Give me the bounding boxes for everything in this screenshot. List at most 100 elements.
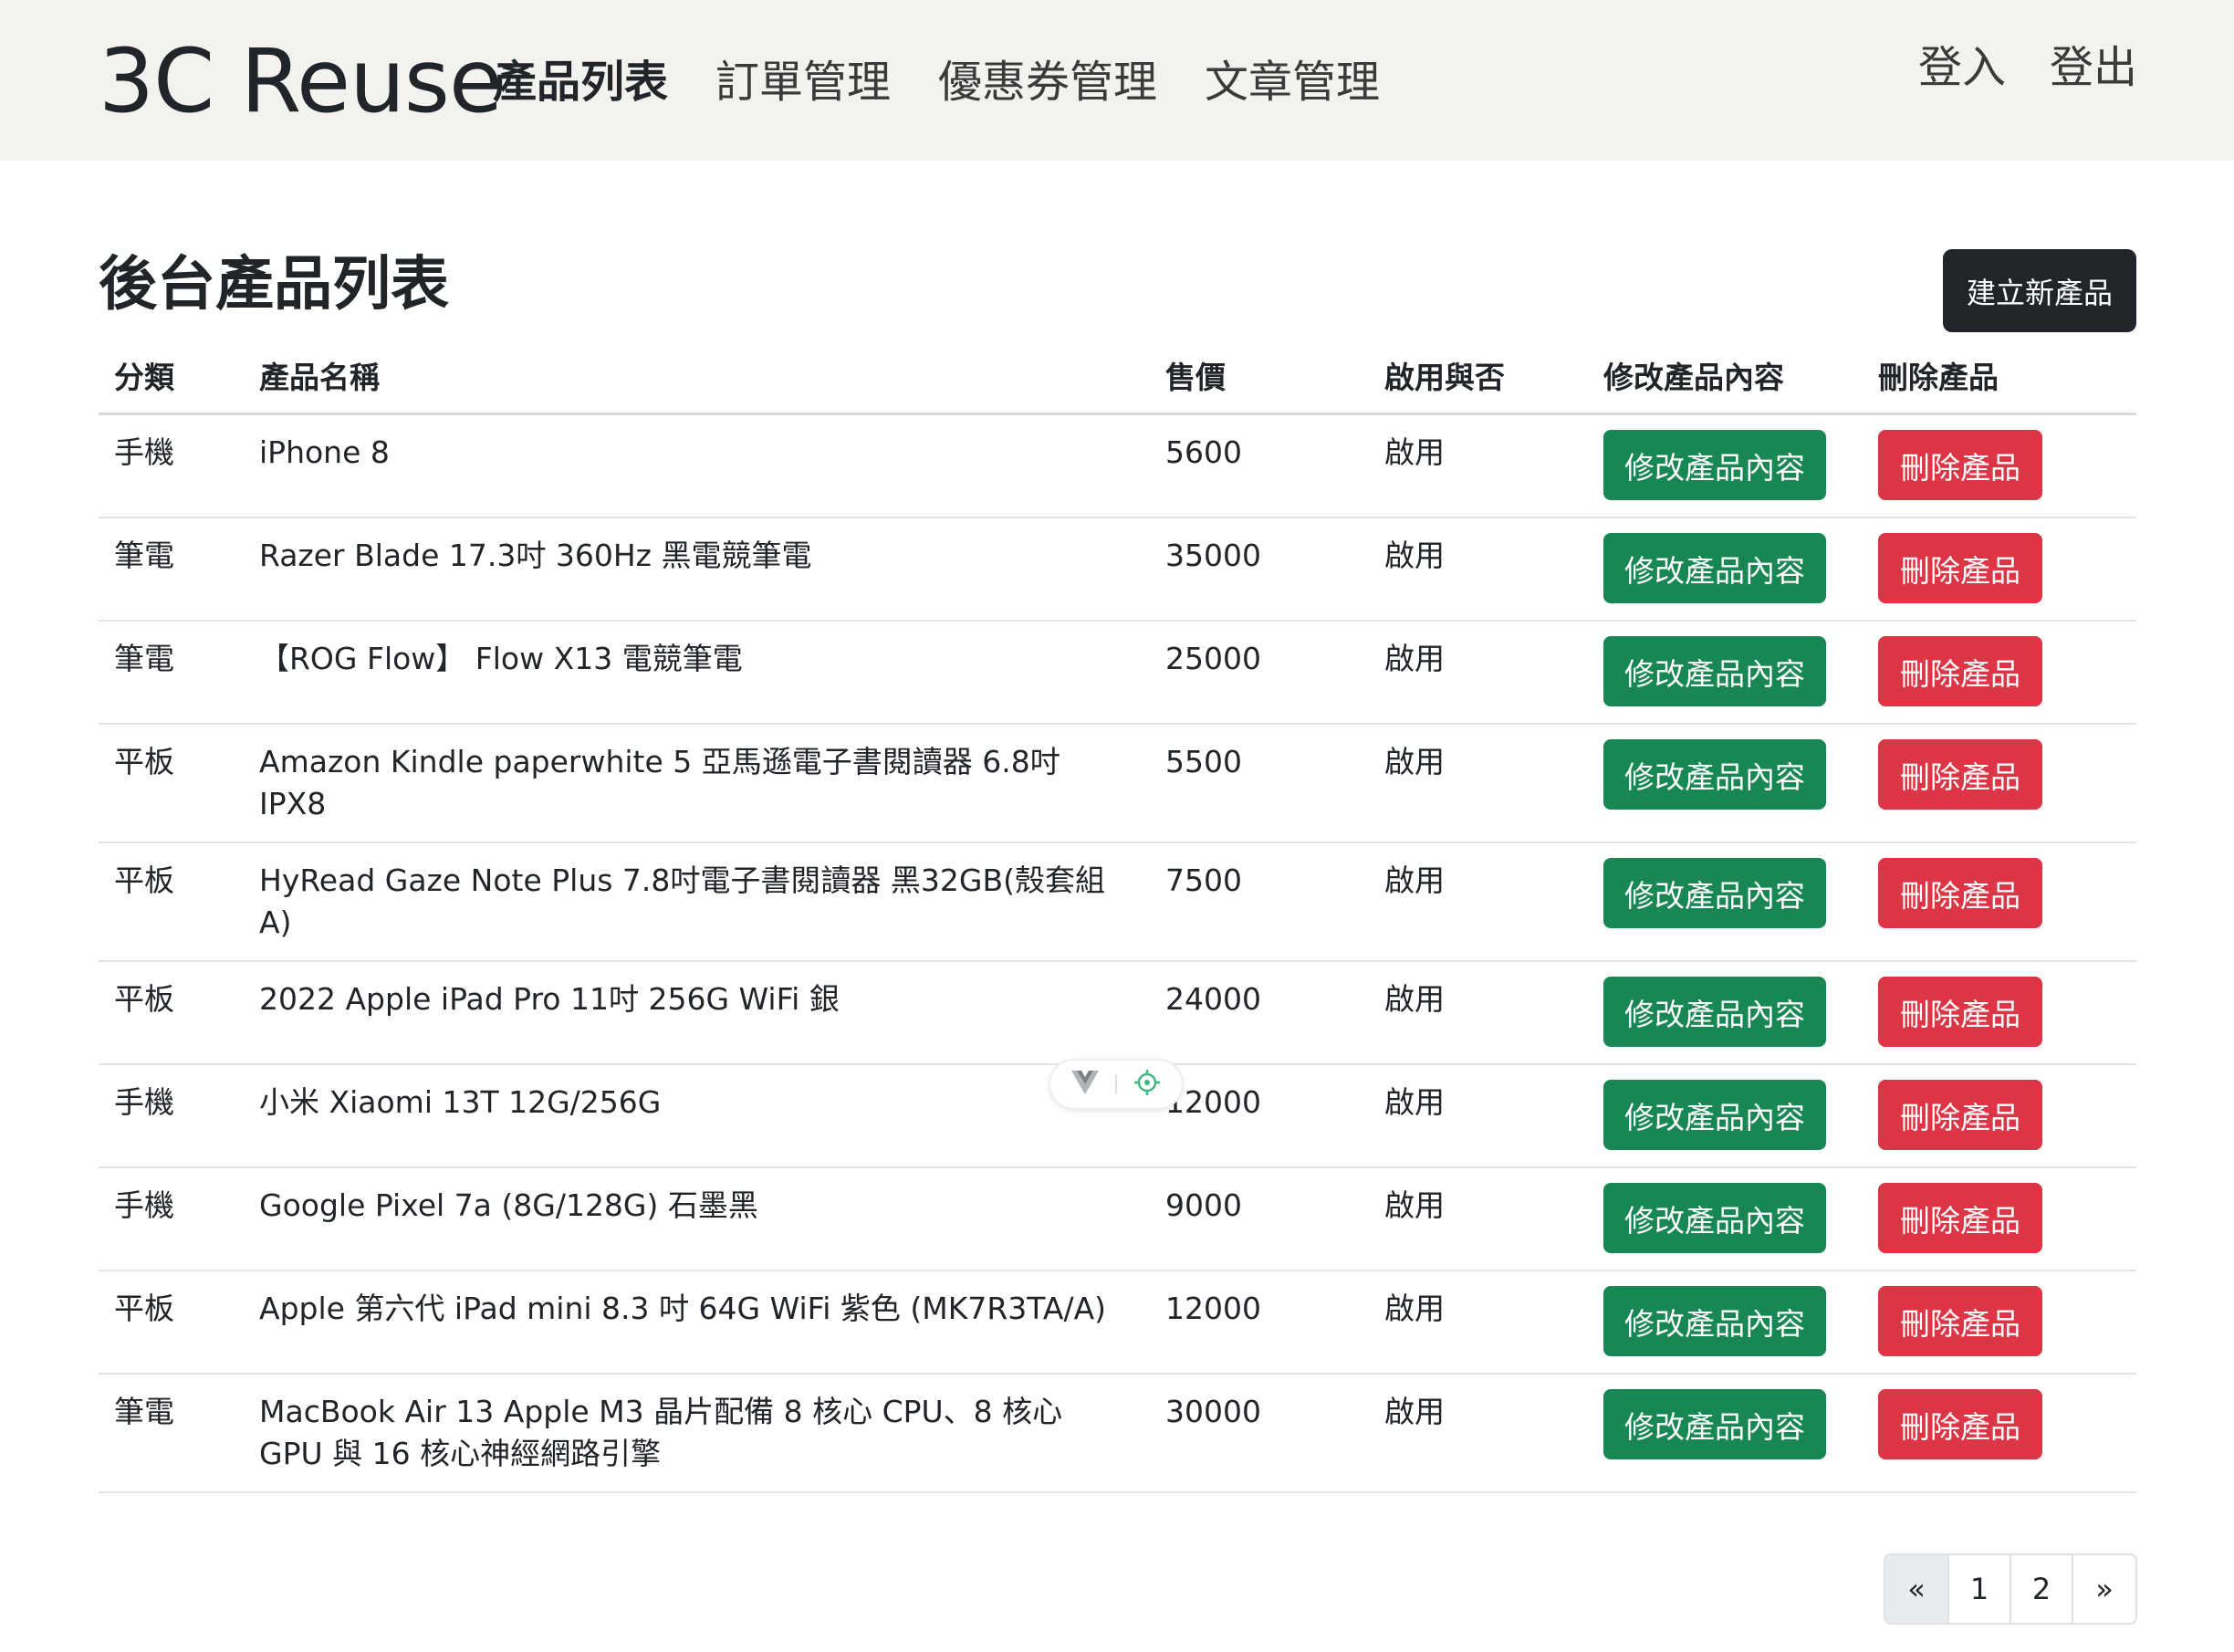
main-nav: 產品列表 訂單管理 優惠券管理 文章管理 bbox=[493, 53, 1380, 111]
delete-product-button[interactable]: 刪除產品 bbox=[1878, 1080, 2042, 1150]
pagination-page-1[interactable]: 1 bbox=[1949, 1555, 2011, 1623]
pagination-next[interactable]: » bbox=[2073, 1555, 2135, 1623]
table-row: 筆電 【ROG Flow】 Flow X13 電競筆電 25000 啟用 修改產品內容刪… bbox=[99, 621, 2136, 725]
cell-category: 手機 bbox=[99, 1064, 244, 1168]
vue-devtools-pill[interactable] bbox=[1049, 1059, 1184, 1110]
table-row: 筆電 Razer Blade 17.3吋 360Hz 黑電競筆電 35000 啟用 修改… bbox=[99, 518, 2136, 622]
edit-product-button[interactable]: 修改產品內容 bbox=[1603, 1080, 1826, 1150]
cell-price: 12000 bbox=[1150, 1270, 1369, 1375]
cell-name: 2022 Apple iPad Pro 11吋 256G WiFi 銀 bbox=[244, 961, 1150, 1065]
table-row: 平板 Apple 第六代 iPad mini 8.3 吋 64G WiFi 紫色 … bbox=[99, 1270, 2136, 1375]
edit-product-button[interactable]: 修改產品內容 bbox=[1603, 533, 1826, 603]
create-product-button[interactable]: 建立新產品 bbox=[1943, 249, 2136, 332]
cell-category: 筆電 bbox=[99, 621, 244, 725]
auth-nav: 登入 登出 bbox=[1918, 38, 2137, 97]
cell-price: 5600 bbox=[1150, 413, 1369, 518]
header-status: 啟用與否 bbox=[1369, 338, 1588, 415]
cell-price: 24000 bbox=[1150, 961, 1369, 1065]
header-edit: 修改產品內容 bbox=[1588, 338, 1863, 415]
delete-product-button[interactable]: 刪除產品 bbox=[1878, 739, 2042, 810]
cell-category: 平板 bbox=[99, 842, 244, 962]
cell-price: 9000 bbox=[1150, 1167, 1369, 1271]
header-name: 產品名稱 bbox=[244, 338, 1150, 415]
cell-category: 手機 bbox=[99, 1167, 244, 1271]
pill-separator bbox=[1115, 1074, 1117, 1094]
table-row: 手機 iPhone 8 5600 啟用 修改產品內容 刪除產品 bbox=[99, 413, 2136, 518]
pagination-page-2[interactable]: 2 bbox=[2011, 1555, 2073, 1623]
cell-edit: 修改產品內容 bbox=[1588, 413, 1863, 518]
nav-link-coupons[interactable]: 優惠券管理 bbox=[938, 53, 1157, 111]
edit-product-button[interactable]: 修改產品內容 bbox=[1603, 430, 1826, 500]
cell-delete: 刪除產品 bbox=[1863, 1167, 2136, 1271]
cell-category: 筆電 bbox=[99, 518, 244, 622]
edit-product-button[interactable]: 修改產品內容 bbox=[1603, 1389, 1826, 1459]
top-navbar: 3C Reuse 產品列表 訂單管理 優惠券管理 文章管理 登入 登出 bbox=[0, 0, 2234, 161]
cell-name: MacBook Air 13 Apple M3 晶片配備 8 核心 CPU、8 … bbox=[244, 1374, 1150, 1493]
cell-price: 7500 bbox=[1150, 842, 1369, 962]
logout-link[interactable]: 登出 bbox=[2050, 38, 2137, 97]
delete-product-button[interactable]: 刪除產品 bbox=[1878, 533, 2042, 603]
cell-edit: 修改產品內容 bbox=[1588, 1270, 1863, 1375]
nav-link-orders[interactable]: 訂單管理 bbox=[715, 53, 891, 111]
vue-logo-icon[interactable] bbox=[1071, 1071, 1099, 1098]
cell-category: 平板 bbox=[99, 724, 244, 843]
cell-edit: 修改產品內容 bbox=[1588, 1167, 1863, 1271]
cell-name: 小米 Xiaomi 13T 12G/256G bbox=[244, 1064, 1150, 1168]
page-title: 後台產品列表 bbox=[99, 251, 449, 319]
edit-product-button[interactable]: 修改產品內容 bbox=[1603, 1183, 1826, 1253]
login-link[interactable]: 登入 bbox=[1918, 38, 2006, 97]
cell-category: 平板 bbox=[99, 1270, 244, 1375]
cell-status: 啟用 bbox=[1369, 621, 1588, 725]
cell-status: 啟用 bbox=[1369, 961, 1588, 1065]
delete-product-button[interactable]: 刪除產品 bbox=[1878, 858, 2042, 928]
nav-link-articles[interactable]: 文章管理 bbox=[1205, 53, 1380, 111]
delete-product-button[interactable]: 刪除產品 bbox=[1878, 1286, 2042, 1356]
edit-product-button[interactable]: 修改產品內容 bbox=[1603, 636, 1826, 706]
cell-status: 啟用 bbox=[1369, 1167, 1588, 1271]
cell-delete: 刪除產品 bbox=[1863, 842, 2136, 962]
cell-edit: 修改產品內容 bbox=[1588, 621, 1863, 725]
cell-name: Razer Blade 17.3吋 360Hz 黑電競筆電 bbox=[244, 518, 1150, 622]
header-price: 售價 bbox=[1150, 338, 1369, 415]
cell-edit: 修改產品內容 bbox=[1588, 724, 1863, 843]
table-row: 手機 Google Pixel 7a (8G/128G) 石墨黑 9000 啟用 修改產… bbox=[99, 1167, 2136, 1271]
delete-product-button[interactable]: 刪除產品 bbox=[1878, 430, 2042, 500]
cell-category: 手機 bbox=[99, 413, 244, 518]
table-body: 手機 iPhone 8 5600 啟用 修改產品內容 刪除產品 筆電 Razer Blade … bbox=[99, 413, 2136, 1493]
products-table: 分類 產品名稱 售價 啟用與否 修改產品內容 刪除產品 手機 iPhone 8 56… bbox=[99, 338, 2136, 1493]
table-row: 平板 2022 Apple iPad Pro 11吋 256G WiFi 銀 240… bbox=[99, 961, 2136, 1065]
crosshair-icon[interactable] bbox=[1133, 1069, 1161, 1100]
edit-product-button[interactable]: 修改產品內容 bbox=[1603, 1286, 1826, 1356]
cell-edit: 修改產品內容 bbox=[1588, 1064, 1863, 1168]
cell-delete: 刪除產品 bbox=[1863, 621, 2136, 725]
delete-product-button[interactable]: 刪除產品 bbox=[1878, 636, 2042, 706]
cell-category: 平板 bbox=[99, 961, 244, 1065]
pagination: « 1 2 » bbox=[1884, 1553, 2137, 1625]
table-row: 平板 Amazon Kindle paperwhite 5 亞馬遜電子書閱讀器 6… bbox=[99, 724, 2136, 843]
cell-category: 筆電 bbox=[99, 1374, 244, 1493]
cell-status: 啟用 bbox=[1369, 518, 1588, 622]
cell-edit: 修改產品內容 bbox=[1588, 518, 1863, 622]
delete-product-button[interactable]: 刪除產品 bbox=[1878, 1183, 2042, 1253]
edit-product-button[interactable]: 修改產品內容 bbox=[1603, 739, 1826, 810]
header-category: 分類 bbox=[99, 338, 244, 415]
cell-price: 35000 bbox=[1150, 518, 1369, 622]
cell-name: Google Pixel 7a (8G/128G) 石墨黑 bbox=[244, 1167, 1150, 1271]
cell-delete: 刪除產品 bbox=[1863, 518, 2136, 622]
cell-edit: 修改產品內容 bbox=[1588, 842, 1863, 962]
table-row: 筆電 MacBook Air 13 Apple M3 晶片配備 8 核心 CPU、… bbox=[99, 1374, 2136, 1493]
edit-product-button[interactable]: 修改產品內容 bbox=[1603, 977, 1826, 1047]
table-header-row: 分類 產品名稱 售價 啟用與否 修改產品內容 刪除產品 bbox=[99, 338, 2136, 415]
brand-logo[interactable]: 3C Reuse bbox=[99, 31, 503, 131]
nav-link-products[interactable]: 產品列表 bbox=[493, 53, 668, 111]
cell-name: Amazon Kindle paperwhite 5 亞馬遜電子書閱讀器 6.8… bbox=[244, 724, 1150, 843]
cell-delete: 刪除產品 bbox=[1863, 1374, 2136, 1493]
edit-product-button[interactable]: 修改產品內容 bbox=[1603, 858, 1826, 928]
cell-status: 啟用 bbox=[1369, 1270, 1588, 1375]
delete-product-button[interactable]: 刪除產品 bbox=[1878, 1389, 2042, 1459]
pagination-prev[interactable]: « bbox=[1885, 1555, 1949, 1623]
cell-delete: 刪除產品 bbox=[1863, 413, 2136, 518]
cell-name: 【ROG Flow】 Flow X13 電競筆電 bbox=[244, 621, 1150, 725]
cell-price: 25000 bbox=[1150, 621, 1369, 725]
delete-product-button[interactable]: 刪除產品 bbox=[1878, 977, 2042, 1047]
